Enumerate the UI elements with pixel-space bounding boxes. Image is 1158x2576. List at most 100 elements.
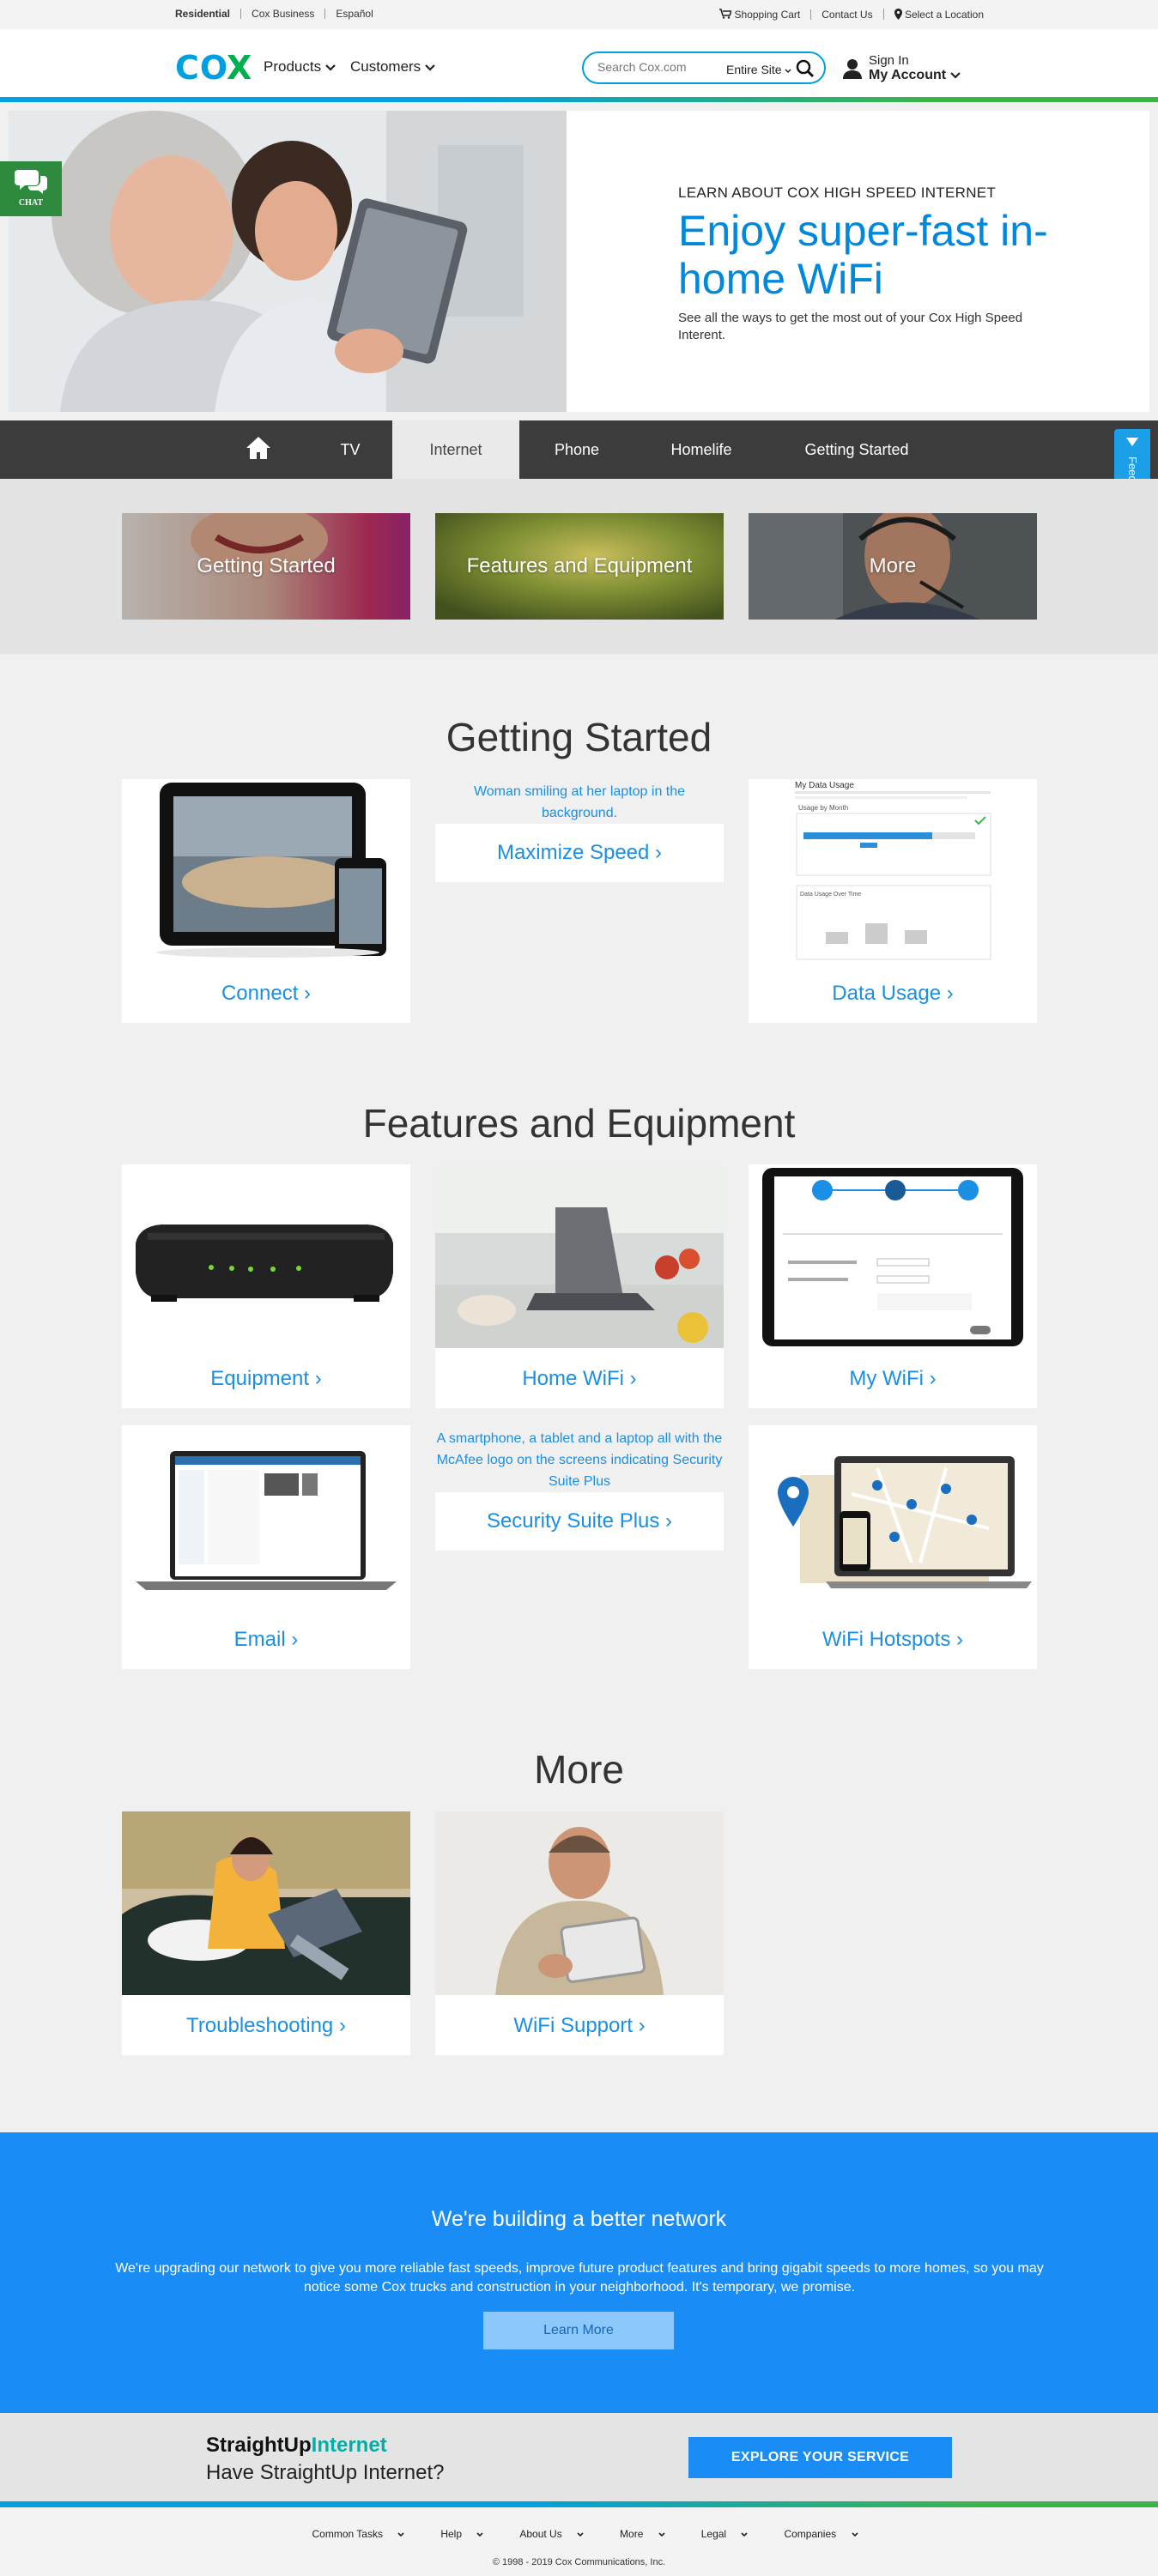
tab-home[interactable] — [225, 420, 292, 479]
footer-more-label: More — [620, 2528, 644, 2540]
data-usage-link[interactable]: Data Usage › — [749, 982, 1037, 1006]
security-suite-image-alt: A smartphone, a tablet and a laptop all … — [436, 1431, 723, 1489]
card-email[interactable]: Email › — [122, 1425, 410, 1669]
search-input[interactable] — [597, 60, 718, 74]
wifi-support-link[interactable]: WiFi Support › — [435, 2014, 724, 2038]
straightup-brand-a: StraightUp — [206, 2434, 312, 2457]
tablet-on-kitchen-counter-photo — [435, 1164, 724, 1348]
products-menu[interactable]: Products — [264, 58, 336, 76]
security-suite-link[interactable]: Security Suite Plus › — [435, 1492, 724, 1551]
troubleshooting-link[interactable]: Troubleshooting › — [122, 2014, 410, 2038]
footer-companies-label: Companies — [784, 2528, 837, 2540]
footer-common-tasks[interactable]: Common Tasks — [300, 2528, 404, 2540]
utility-links: Shopping Cart Contact Us Select a Locati… — [709, 9, 984, 20]
tab-phone[interactable]: Phone — [532, 420, 621, 479]
card-wifi-support[interactable]: WiFi Support › — [435, 1811, 724, 2055]
chat-bubble-icon — [15, 170, 47, 194]
shortcut-features-equipment[interactable]: Features and Equipment — [435, 513, 724, 620]
svg-text:CO: CO — [175, 51, 228, 86]
card-data-usage[interactable]: My Data Usage Usage by Month Data Usage … — [749, 779, 1037, 1023]
chevron-down-icon — [785, 69, 792, 74]
wifi-hotspots-link[interactable]: WiFi Hotspots › — [749, 1628, 1037, 1652]
my-wifi-link[interactable]: My WiFi › — [749, 1367, 1037, 1391]
connect-link[interactable]: Connect › — [122, 982, 410, 1006]
learn-more-button[interactable]: Learn More — [483, 2312, 674, 2349]
shortcut-getting-started[interactable]: Getting Started — [122, 513, 410, 620]
tab-tv[interactable]: TV — [309, 420, 391, 479]
segment-espanol[interactable]: Español — [324, 9, 383, 19]
card-troubleshooting[interactable]: Troubleshooting › — [122, 1811, 410, 2055]
maximize-speed-image-alt: Woman smiling at her laptop in the backg… — [473, 784, 686, 820]
my-account-label: My Account — [869, 68, 961, 83]
man-with-tablet-photo — [435, 1811, 724, 1995]
features-heading: Features and Equipment — [362, 1101, 796, 1146]
card-connect[interactable]: Connect › — [122, 779, 410, 1023]
segment-residential[interactable]: Residential — [175, 9, 240, 19]
hero-title: Enjoy super-fast in-home WiFi — [678, 207, 1048, 303]
tab-getting-started[interactable]: Getting Started — [785, 420, 928, 479]
my-wifi-image — [749, 1164, 1037, 1348]
footer-companies[interactable]: Companies — [772, 2528, 858, 2540]
card-equipment[interactable]: Equipment › — [122, 1164, 410, 1408]
woman-on-couch-with-laptop-photo — [122, 1811, 410, 1995]
account-menu[interactable]: Sign In My Account — [841, 53, 979, 88]
banner-title: We're building a better network — [431, 2207, 727, 2231]
modem-image — [122, 1164, 410, 1348]
email-link[interactable]: Email › — [122, 1628, 410, 1652]
hero-body: See all the ways to get the most out of … — [678, 311, 1023, 342]
utility-bar: Residential Cox Business Español Shoppin… — [0, 0, 1158, 29]
hero-eyebrow: LEARN ABOUT COX HIGH SPEED INTERNET — [678, 184, 997, 201]
maximize-speed-link[interactable]: Maximize Speed › — [435, 824, 724, 882]
footer-about-us[interactable]: About Us — [507, 2528, 584, 2540]
select-location-link[interactable]: Select a Location — [882, 9, 984, 20]
shortcut-more-label: More — [869, 554, 917, 577]
location-pin-icon — [894, 9, 902, 20]
footer-about-us-label: About Us — [519, 2528, 562, 2540]
segment-links: Residential Cox Business Español — [175, 9, 384, 19]
hero-image — [9, 111, 567, 412]
chevron-down-icon — [658, 2532, 665, 2537]
tablet-phone-image — [122, 779, 410, 963]
straightup-logo: StraightUpInternet — [206, 2434, 387, 2458]
customers-menu[interactable]: Customers — [350, 58, 435, 76]
shopping-cart-link[interactable]: Shopping Cart — [709, 9, 810, 20]
hero-banner: LEARN ABOUT COX HIGH SPEED INTERNET Enjo… — [9, 111, 1149, 412]
wifi-support-image — [435, 1811, 724, 1995]
chevron-down-icon — [476, 2532, 483, 2537]
footer-help[interactable]: Help — [428, 2528, 483, 2540]
cox-logo-mark: CO X — [175, 51, 252, 86]
card-home-wifi[interactable]: Home WiFi › — [435, 1164, 724, 1408]
segment-cox-business[interactable]: Cox Business — [240, 9, 324, 19]
tab-internet[interactable]: Internet — [392, 420, 519, 479]
footer-help-label: Help — [440, 2528, 462, 2540]
data-usage-screenshot: My Data Usage Usage by Month Data Usage … — [749, 779, 1037, 963]
chevron-down-icon — [425, 64, 435, 71]
explore-service-button[interactable]: EXPLORE YOUR SERVICE — [688, 2437, 952, 2478]
footer-links: Common Tasks Help About Us More Legal Co… — [0, 2528, 1158, 2540]
data-usage-screen-heading: My Data Usage — [795, 781, 854, 790]
search-box: Entire Site — [582, 51, 826, 84]
straightup-brand-b: Internet — [311, 2434, 387, 2457]
footer-more[interactable]: More — [608, 2528, 665, 2540]
shortcut-features-label: Features and Equipment — [466, 554, 693, 577]
chevron-down-icon — [397, 2532, 404, 2537]
sign-in-label: Sign In — [869, 53, 909, 68]
tab-homelife[interactable]: Homelife — [652, 420, 750, 479]
chat-button[interactable]: CHAT — [0, 161, 62, 216]
product-tab-nav: TV Internet Phone Homelife Getting Start… — [0, 420, 1158, 479]
search-scope-select[interactable]: Entire Site — [726, 63, 792, 76]
search-icon[interactable] — [795, 58, 815, 79]
home-icon — [246, 437, 270, 459]
tablet-and-phone-illustration — [156, 783, 386, 958]
shortcut-more[interactable]: More — [749, 513, 1037, 620]
home-wifi-link[interactable]: Home WiFi › — [435, 1367, 724, 1391]
card-wifi-hotspots[interactable]: WiFi Hotspots › — [749, 1425, 1037, 1669]
user-icon — [843, 59, 862, 79]
contact-us-link[interactable]: Contact Us — [810, 9, 882, 20]
cart-label: Shopping Cart — [734, 9, 801, 21]
card-my-wifi[interactable]: My WiFi › — [749, 1164, 1037, 1408]
header-accent-bar — [0, 97, 1158, 102]
hero-text: LEARN ABOUT COX HIGH SPEED INTERNET Enjo… — [678, 184, 1073, 344]
equipment-link[interactable]: Equipment › — [122, 1367, 410, 1391]
footer-legal[interactable]: Legal — [689, 2528, 749, 2540]
